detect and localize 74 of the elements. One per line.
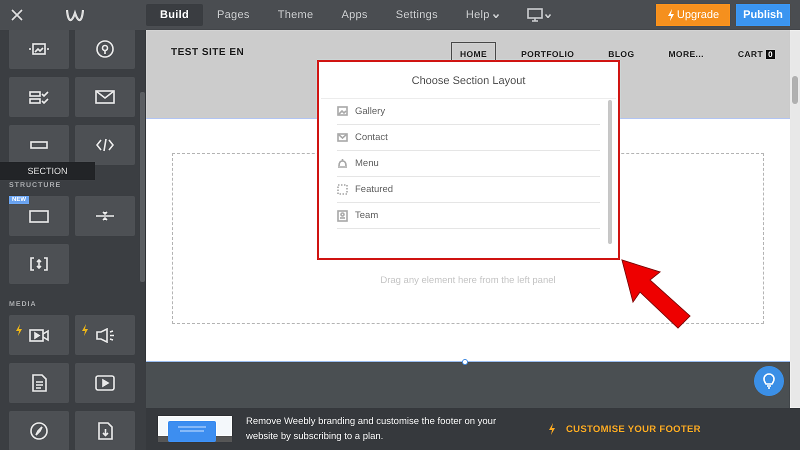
option-label: Menu [355, 158, 379, 169]
image-icon [337, 106, 348, 118]
lightning-icon [666, 9, 675, 21]
id-card-icon [337, 210, 348, 222]
scrollbar[interactable] [792, 76, 798, 104]
resize-handle[interactable] [462, 359, 468, 365]
publish-button[interactable]: Publish [736, 4, 790, 26]
element-tile[interactable] [75, 196, 135, 236]
envelope-icon [337, 132, 348, 144]
element-tile[interactable] [9, 363, 69, 403]
spacer-icon [30, 257, 48, 271]
site-title: TEST SITE EN [171, 47, 246, 58]
site-nav-link[interactable]: MORE... [659, 42, 713, 66]
map-pin-icon [96, 40, 114, 58]
option-label: Featured [355, 184, 394, 195]
element-tile[interactable] [9, 77, 69, 117]
layout-option[interactable]: Gallery [337, 99, 600, 125]
element-tile[interactable] [75, 363, 135, 403]
tooltip: SECTION [0, 162, 95, 180]
popup-title: Choose Section Layout [321, 64, 616, 99]
element-tile[interactable] [9, 244, 69, 284]
layout-option[interactable]: Featured [337, 177, 600, 203]
lightning-icon [548, 423, 556, 435]
element-tile[interactable] [9, 125, 69, 165]
rectangle-icon [29, 210, 49, 222]
image-icon [28, 42, 50, 56]
element-tile[interactable] [75, 30, 135, 69]
close-icon [11, 9, 23, 21]
scrollbar[interactable] [140, 92, 145, 282]
nav-tab[interactable]: Build [146, 4, 203, 26]
footer-preview-icon [158, 416, 232, 442]
drop-hint: Drag any element here from the left panel [380, 275, 556, 286]
element-tile[interactable] [9, 315, 69, 355]
element-tile[interactable] [75, 315, 135, 355]
nav-tab[interactable]: Settings [382, 4, 452, 26]
option-label: Contact [355, 132, 388, 143]
site-nav-link[interactable]: CART 0 [728, 42, 784, 66]
nav-tab[interactable]: Pages [203, 4, 264, 26]
divider-icon [95, 209, 115, 223]
layout-option[interactable]: Menu [337, 151, 600, 177]
code-icon [96, 138, 114, 152]
compass-icon [30, 422, 48, 440]
scrollbar[interactable] [608, 100, 612, 244]
nav-tab[interactable]: Help [452, 4, 513, 26]
element-tile[interactable] [75, 77, 135, 117]
option-label: Team [355, 210, 378, 221]
element-tile[interactable] [9, 411, 69, 450]
customise-footer-link[interactable]: CUSTOMISE YOUR FOOTER [566, 424, 701, 434]
video-camera-icon [29, 328, 49, 342]
envelope-icon [95, 90, 115, 104]
element-tile[interactable] [75, 411, 135, 450]
monitor-icon [526, 8, 543, 22]
play-icon [95, 375, 115, 391]
lightbulb-icon [763, 373, 775, 389]
pointer-arrow [620, 258, 692, 330]
document-icon [32, 374, 46, 392]
cart-count: 0 [766, 50, 775, 58]
layout-option[interactable]: Team [337, 203, 600, 229]
caret-icon [544, 14, 551, 18]
nav-tab[interactable]: Theme [264, 4, 328, 26]
promo-text: Remove Weebly branding and customise the footer on your website by subscribing to a plan. [246, 415, 498, 444]
nav-tab[interactable]: Apps [327, 4, 382, 26]
element-tile[interactable] [75, 125, 135, 165]
file-download-icon [98, 422, 112, 440]
option-label: Gallery [355, 106, 386, 117]
button-icon [30, 141, 48, 149]
layout-option[interactable]: Contact [337, 125, 600, 151]
bell-icon [337, 158, 348, 170]
element-tile[interactable] [9, 30, 69, 69]
dashed-frame-icon [337, 184, 348, 196]
device-menu[interactable] [526, 8, 551, 22]
logo-icon [66, 8, 84, 22]
speaker-icon [96, 328, 114, 342]
form-icon [29, 90, 49, 104]
